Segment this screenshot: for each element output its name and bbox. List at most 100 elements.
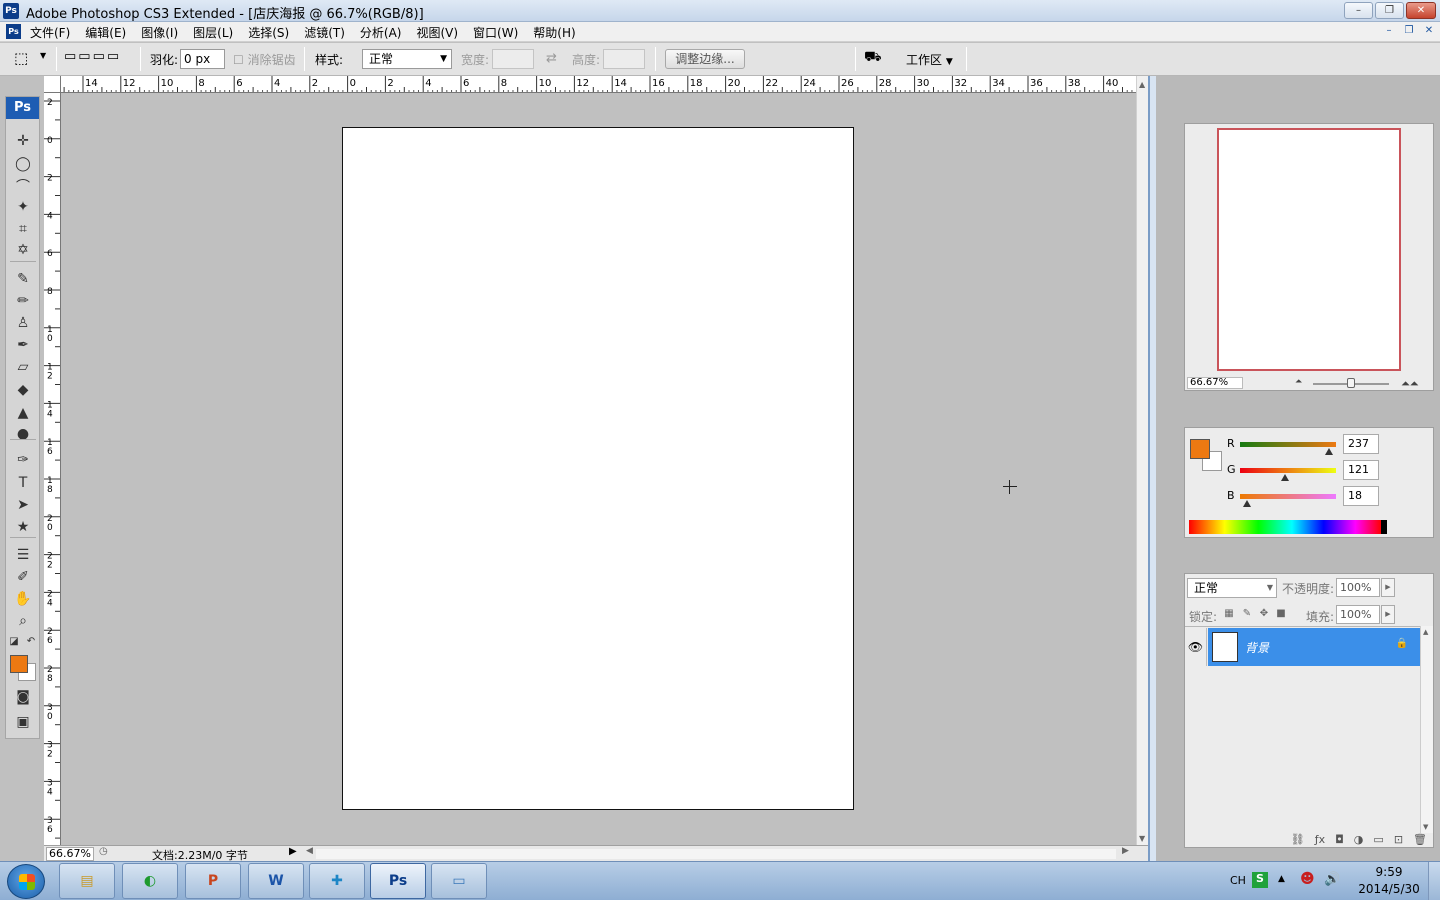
scroll-left-icon[interactable]: ◀ — [306, 846, 313, 856]
elliptical-marquee-tool-icon[interactable]: ◯ — [11, 154, 35, 174]
document-canvas[interactable] — [342, 127, 854, 810]
taskbar-file-explorer[interactable]: ▤ — [59, 863, 115, 899]
status-menu-icon[interactable]: ◷ — [99, 846, 108, 857]
default-colors-icon[interactable]: ◪ — [8, 632, 20, 652]
foreground-color-swatch[interactable] — [10, 655, 28, 673]
fill-arrow-icon[interactable]: ▶ — [1381, 605, 1395, 624]
sogou-icon[interactable]: S — [1252, 872, 1268, 888]
show-desktop-button[interactable] — [1428, 862, 1440, 900]
taskbar-browser[interactable]: ◐ — [122, 863, 178, 899]
taskbar-photoshop[interactable]: Ps — [370, 863, 426, 899]
bridge-icon[interactable]: ⛟ — [864, 49, 882, 67]
layer-row[interactable]: 👁 背景 🔒 — [1185, 628, 1420, 666]
channel-r-value[interactable]: 237 — [1343, 434, 1379, 454]
layer-selection[interactable]: 背景 🔒 — [1208, 628, 1420, 666]
notes-tool-icon[interactable]: ☰ — [11, 545, 35, 565]
menu-filter[interactable]: 滤镜(T) — [304, 24, 345, 41]
channel-g-thumb[interactable] — [1281, 474, 1290, 481]
link-layers-icon[interactable]: ⛓ — [1291, 833, 1305, 847]
channel-b-thumb[interactable] — [1242, 500, 1251, 507]
color-panel-foreground-swatch[interactable] — [1190, 439, 1210, 459]
custom-shape-tool-icon[interactable]: ★ — [11, 517, 35, 537]
window-restore-button[interactable]: ❐ — [1375, 2, 1404, 19]
menu-window[interactable]: 窗口(W) — [473, 24, 518, 41]
scroll-down-icon[interactable]: ▼ — [1423, 823, 1428, 831]
document-minimize-button[interactable]: – — [1382, 24, 1396, 38]
panel-dock-divider[interactable] — [1148, 76, 1156, 861]
document-close-button[interactable]: ✕ — [1422, 24, 1436, 38]
magic-wand-tool-icon[interactable]: ✦ — [11, 197, 35, 217]
type-tool-icon[interactable]: T — [11, 473, 35, 493]
style-select[interactable]: 正常 ▼ — [362, 49, 452, 69]
vertical-scrollbar[interactable]: ▲ ▼ — [1136, 76, 1148, 845]
channel-b-slider[interactable] — [1240, 494, 1336, 499]
canvas-area[interactable] — [62, 94, 1136, 845]
clock-time[interactable]: 9:59 — [1354, 865, 1424, 879]
channel-g-slider[interactable] — [1240, 468, 1336, 473]
antialias-checkbox[interactable]: ☐ 消除锯齿 — [233, 51, 296, 68]
taskbar-word[interactable]: W — [248, 863, 304, 899]
tray-expand-icon[interactable]: ▲ — [1278, 874, 1285, 884]
clone-stamp-tool-icon[interactable]: ♙ — [11, 313, 35, 333]
zoom-out-icon[interactable]: ⏶ — [1295, 377, 1302, 387]
selection-mode-icons[interactable]: ▭▭▭▭ — [64, 49, 121, 64]
blend-mode-select[interactable]: 正常 ▼ — [1187, 578, 1277, 598]
taskbar-powerpoint[interactable]: P — [185, 863, 241, 899]
feather-input[interactable]: 0 px — [180, 49, 225, 69]
scroll-up-icon[interactable]: ▲ — [1423, 628, 1428, 636]
move-tool-icon[interactable]: ✛ — [11, 131, 35, 151]
workspace-menu[interactable]: 工作区 ▼ — [906, 51, 953, 68]
horizontal-ruler[interactable]: 14 12 10 8 6 4 2 0 2 4 6 8 10 12 14 16 18 20 22 24 26 28 30 32 3… — [61, 76, 1136, 93]
width-input[interactable] — [492, 49, 534, 69]
eye-icon[interactable]: 👁 — [1185, 628, 1207, 666]
menu-select[interactable]: 选择(S) — [248, 24, 289, 41]
slice-tool-icon[interactable]: ✡ — [11, 240, 35, 260]
crop-tool-icon[interactable]: ⌗ — [11, 219, 35, 239]
screen-mode-icon[interactable]: ▣ — [11, 712, 35, 732]
channel-r-thumb[interactable] — [1325, 448, 1334, 455]
zoom-tool-icon[interactable]: ⌕ — [11, 611, 35, 631]
layers-scrollbar[interactable]: ▲ ▼ — [1420, 626, 1433, 833]
document-icon[interactable]: Ps — [6, 24, 21, 39]
horizontal-scrollbar[interactable] — [316, 849, 1116, 859]
height-input[interactable] — [603, 49, 645, 69]
lasso-tool-icon[interactable]: ⌒ — [11, 177, 35, 197]
fill-input[interactable]: 100% — [1336, 605, 1380, 624]
color-spectrum-bar[interactable] — [1189, 520, 1387, 534]
menu-image[interactable]: 图像(I) — [141, 24, 178, 41]
zoom-field[interactable]: 66.67% — [46, 847, 94, 861]
clock-date[interactable]: 2014/5/30 — [1354, 882, 1424, 896]
hand-tool-icon[interactable]: ✋ — [11, 589, 35, 609]
opacity-input[interactable]: 100% — [1336, 578, 1380, 597]
adjustment-layer-icon[interactable]: ◑ — [1354, 833, 1364, 847]
quick-mask-icon[interactable]: ◙ — [11, 687, 35, 707]
scroll-up-icon[interactable]: ▲ — [1139, 80, 1145, 89]
menu-file[interactable]: 文件(F) — [30, 24, 70, 41]
taskbar-image-viewer[interactable]: ▭ — [431, 863, 487, 899]
swap-colors-icon[interactable]: ↶ — [25, 632, 37, 652]
navigator-preview[interactable] — [1217, 128, 1401, 371]
lock-position-icon[interactable]: ✥ — [1258, 608, 1270, 620]
brush-tool-icon[interactable]: ✏ — [11, 291, 35, 311]
vertical-ruler[interactable]: 2024681012141618202224262830323436 — [44, 93, 61, 845]
menu-view[interactable]: 视图(V) — [416, 24, 458, 41]
menu-edit[interactable]: 编辑(E) — [85, 24, 126, 41]
start-button[interactable] — [7, 864, 45, 899]
dodge-tool-icon[interactable]: ● — [11, 424, 35, 444]
lock-image-icon[interactable]: ✎ — [1241, 608, 1253, 620]
pen-tool-icon[interactable]: ✑ — [11, 450, 35, 470]
opacity-arrow-icon[interactable]: ▶ — [1381, 578, 1395, 597]
qq-icon[interactable]: ☻ — [1300, 871, 1315, 887]
status-menu-arrow-icon[interactable]: ▶ — [289, 846, 297, 857]
menu-help[interactable]: 帮助(H) — [533, 24, 575, 41]
scroll-down-icon[interactable]: ▼ — [1139, 834, 1145, 843]
new-layer-icon[interactable]: ⊡ — [1394, 833, 1403, 847]
navigator-zoom-field[interactable]: 66.67% — [1187, 377, 1243, 389]
delete-layer-icon[interactable]: 🗑 — [1413, 833, 1427, 847]
lock-transparency-icon[interactable]: ▦ — [1223, 608, 1235, 620]
preset-dropdown-arrow-icon[interactable]: ▼ — [40, 51, 46, 60]
window-close-button[interactable]: ✕ — [1406, 2, 1436, 19]
swap-dimensions-icon[interactable]: ⇄ — [546, 51, 557, 66]
eraser-tool-icon[interactable]: ▱ — [11, 357, 35, 377]
channel-b-value[interactable]: 18 — [1343, 486, 1379, 506]
